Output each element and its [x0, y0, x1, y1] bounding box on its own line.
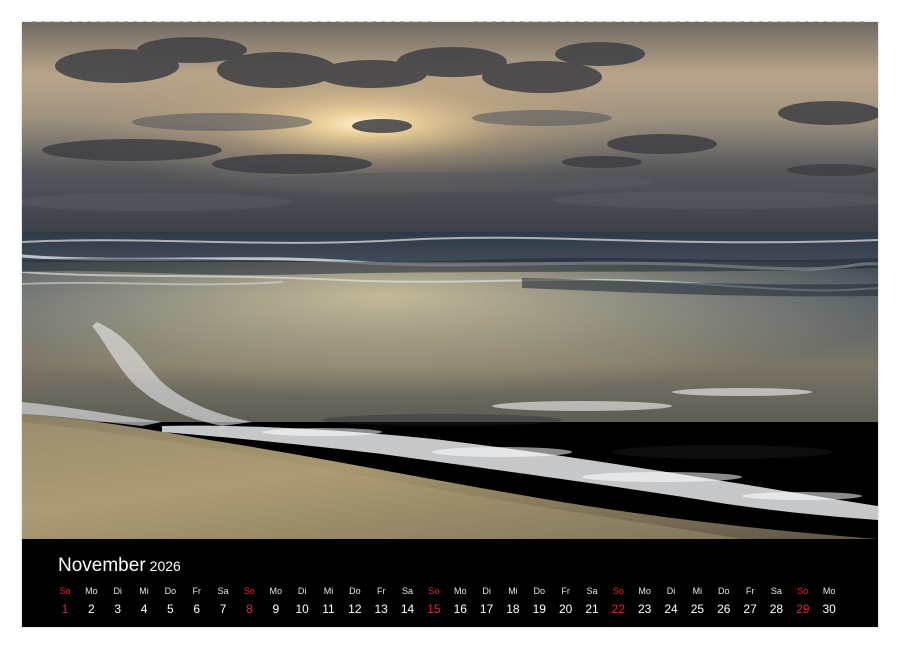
day-cell: Di 17 — [474, 585, 500, 617]
day-cell: Fr 27 — [737, 585, 763, 617]
day-cell: Do 5 — [157, 585, 183, 617]
day-number: 14 — [400, 602, 415, 616]
weekday-label: Di — [113, 586, 122, 596]
day-number: 25 — [690, 602, 705, 616]
day-number: 16 — [453, 602, 467, 616]
day-cell: Do 19 — [526, 585, 552, 617]
weekday-label: Fr — [376, 586, 386, 596]
day-number: 30 — [822, 602, 836, 616]
beach-sunset-photo — [22, 22, 878, 539]
day-number: 12 — [348, 602, 362, 616]
day-row: So 1 Mo 2 Di 3 Mi 4 Do 5 Fr 6 Sa 7 So 8 Mo 9 Di 10 Mi 11 Do 12 F… — [52, 585, 852, 625]
weekday-label: So — [612, 586, 624, 596]
day-cell: Fr 13 — [368, 585, 394, 617]
weekday-label: Sa — [770, 586, 782, 596]
day-cell: So 29 — [790, 585, 816, 617]
weekday-label: Di — [297, 586, 307, 596]
weekday-label: Di — [482, 586, 491, 596]
weekday-label: Do — [717, 586, 730, 596]
day-number: 13 — [374, 602, 388, 616]
weekday-label: Mi — [323, 586, 334, 596]
day-number: 26 — [717, 602, 731, 616]
weekday-label: Mo — [85, 586, 98, 596]
weekday-label: Mi — [508, 586, 518, 596]
weekday-label: So — [243, 586, 255, 596]
day-cell: Mo 23 — [632, 585, 658, 617]
day-number: 3 — [114, 602, 122, 616]
day-number: 9 — [272, 602, 280, 616]
day-cell: Mo 30 — [816, 585, 842, 617]
weekday-label: Mi — [692, 586, 703, 596]
day-number: 15 — [427, 602, 441, 616]
day-number: 22 — [611, 602, 626, 616]
day-number: 18 — [506, 602, 520, 616]
day-cell: So 22 — [605, 585, 631, 617]
day-cell: Sa 21 — [579, 585, 605, 617]
day-number: 27 — [743, 602, 757, 616]
day-number: 29 — [796, 602, 810, 616]
weekday-label: So — [59, 586, 71, 596]
weekday-label: Di — [666, 586, 676, 596]
weekday-label: Sa — [217, 586, 229, 596]
day-cell: Mi 4 — [131, 585, 157, 617]
day-number: 24 — [664, 602, 678, 616]
day-cell: So 15 — [421, 585, 447, 617]
month-title: November 2026 — [58, 555, 181, 577]
day-cell: Do 12 — [342, 585, 368, 617]
day-cell: Sa 14 — [395, 585, 421, 617]
calendar-page: November 2026 So 1 Mo 2 Di 3 Mi 4 Do 5 Fr 6 Sa 7 So 8 Mo 9… — [22, 22, 878, 627]
day-cell: So 1 — [52, 585, 78, 617]
day-number: 28 — [769, 602, 784, 616]
day-cell: Mi 18 — [500, 585, 526, 617]
day-cell: Fr 20 — [553, 585, 579, 617]
day-cell: Sa 28 — [763, 585, 789, 617]
day-number: 21 — [585, 602, 599, 616]
day-number: 2 — [88, 602, 95, 616]
day-number: 7 — [219, 602, 227, 616]
weekday-label: Mo — [822, 586, 836, 596]
weekday-label: Do — [164, 586, 177, 596]
day-cell: Mo 9 — [263, 585, 289, 617]
day-cell: Di 24 — [658, 585, 684, 617]
day-number: 5 — [167, 602, 174, 616]
weekday-label: So — [797, 586, 809, 596]
day-cell: Do 26 — [711, 585, 737, 617]
weekday-label: Fr — [745, 586, 755, 596]
weekday-label: Mo — [269, 586, 283, 596]
day-cell: Di 10 — [289, 585, 315, 617]
year-label: 2026 — [149, 558, 181, 574]
day-cell: Mi 11 — [316, 585, 342, 617]
day-number: 17 — [479, 602, 494, 616]
day-cell: Mo 2 — [78, 585, 104, 617]
day-number: 1 — [61, 602, 69, 616]
day-cell: Sa 7 — [210, 585, 236, 617]
weekday-label: Fr — [561, 586, 570, 596]
day-number: 8 — [246, 602, 253, 616]
weekday-label: Mo — [638, 586, 651, 596]
weekday-label: Sa — [586, 586, 598, 596]
weekday-label: So — [428, 586, 440, 596]
day-cell: Di 3 — [105, 585, 131, 617]
weekday-label: Sa — [402, 586, 414, 596]
weekday-label: Mo — [453, 586, 467, 596]
weekday-label: Do — [349, 586, 361, 596]
calendar-strip: November 2026 So 1 Mo 2 Di 3 Mi 4 Do 5 Fr 6 Sa 7 So 8 Mo 9… — [22, 539, 878, 627]
day-number: 23 — [638, 602, 652, 616]
day-number: 19 — [532, 602, 546, 616]
weekday-label: Mi — [139, 586, 149, 596]
day-cell: Mo 16 — [447, 585, 473, 617]
day-number: 4 — [140, 602, 148, 616]
day-number: 10 — [295, 602, 309, 616]
day-cell: Fr 6 — [184, 585, 210, 617]
day-number: 6 — [193, 602, 201, 616]
day-cell: Mi 25 — [684, 585, 710, 617]
weekday-label: Do — [533, 586, 546, 596]
day-number: 20 — [558, 602, 573, 616]
weekday-label: Fr — [192, 586, 202, 596]
month-name: November — [58, 555, 146, 576]
day-number: 11 — [322, 602, 335, 616]
day-cell: So 8 — [236, 585, 262, 617]
